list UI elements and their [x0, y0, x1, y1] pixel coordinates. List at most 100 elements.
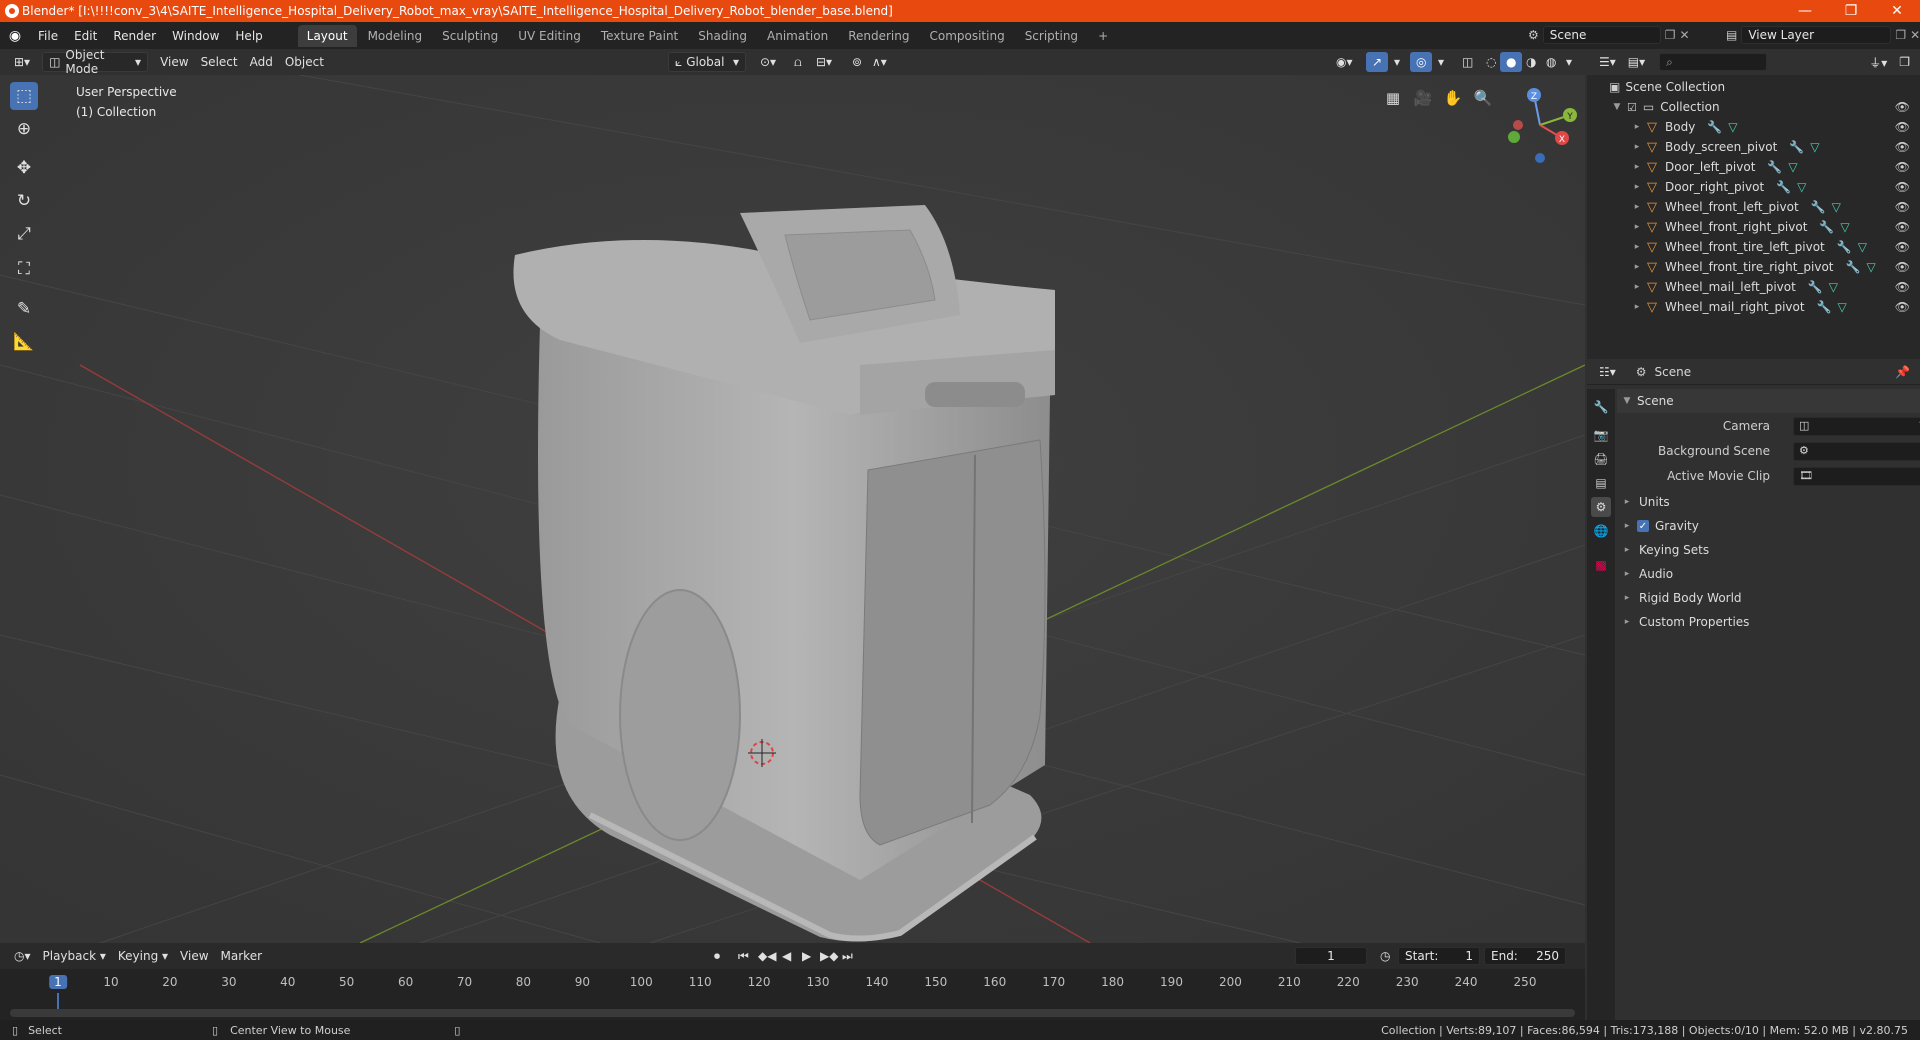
expand-object-icon[interactable]: ▸ — [1631, 262, 1643, 272]
tab-sculpting[interactable]: Sculpting — [433, 25, 507, 47]
3d-viewport[interactable]: User Perspective (1) Collection ⬚ ⊕ ✥ ↻ … — [0, 75, 1585, 943]
new-scene-icon[interactable]: ❐ — [1665, 28, 1676, 42]
modifier-wrench-icon[interactable]: 🔧 — [1811, 200, 1826, 214]
outliner-scene-collection[interactable]: ▣ Scene Collection — [1587, 77, 1920, 97]
panel-expand-icon[interactable]: ▸ — [1621, 497, 1633, 507]
object-visibility-icon[interactable]: 👁 — [1895, 280, 1910, 294]
camera-field[interactable]: ◫✎ — [1793, 416, 1920, 436]
maximize-button[interactable]: ❐ — [1828, 0, 1874, 22]
expand-object-icon[interactable]: ▸ — [1631, 142, 1643, 152]
pin-icon[interactable]: 📌 — [1895, 365, 1910, 379]
modifier-wrench-icon[interactable]: 🔧 — [1819, 220, 1834, 234]
expand-object-icon[interactable]: ▸ — [1631, 282, 1643, 292]
overlay-toggle-icon[interactable]: ◎ — [1410, 52, 1433, 72]
cursor-tool-icon[interactable]: ⊕ — [10, 115, 38, 143]
object-visibility-icon[interactable]: 👁 — [1895, 160, 1910, 174]
toggle-grid-view-icon[interactable]: ▦ — [1380, 85, 1406, 111]
outliner-object-row[interactable]: ▸ ▽ Wheel_front_tire_left_pivot 🔧 ▽ 👁 — [1587, 237, 1920, 257]
panel-expand-icon[interactable]: ▸ — [1621, 617, 1633, 627]
output-tab-icon[interactable]: 🖨 — [1591, 449, 1611, 469]
tab-scripting[interactable]: Scripting — [1016, 25, 1087, 47]
visibility-icon[interactable]: ◉▾ — [1330, 52, 1359, 72]
mesh-data-icon[interactable]: ▽ — [1866, 260, 1875, 274]
remove-view-layer-icon[interactable]: ✕ — [1910, 28, 1920, 42]
menu-marker[interactable]: Marker — [215, 946, 268, 966]
display-mode-icon[interactable]: ▤▾ — [1622, 52, 1651, 72]
tab-rendering[interactable]: Rendering — [839, 25, 918, 47]
object-visibility-icon[interactable]: 👁 — [1895, 240, 1910, 254]
orientation-selector[interactable]: ⟀ Global ▾ — [668, 52, 746, 72]
menu-view[interactable]: View — [154, 52, 194, 72]
record-button-icon[interactable]: ⏺ — [708, 946, 726, 966]
scene-tab-icon[interactable]: ⚙ — [1591, 497, 1611, 517]
blender-menu-icon[interactable]: ◉ — [0, 28, 30, 44]
shading-menu-icon[interactable]: ▾ — [1560, 52, 1578, 72]
new-view-layer-icon[interactable]: ❐ — [1895, 28, 1906, 42]
view-layer-icon[interactable]: ▤ — [1726, 28, 1737, 42]
gravity-checkbox[interactable]: ✓ — [1637, 520, 1649, 532]
select-box-tool-icon[interactable]: ⬚ — [10, 82, 38, 110]
overlay-menu-icon[interactable]: ▾ — [1432, 52, 1450, 72]
object-visibility-icon[interactable]: 👁 — [1895, 180, 1910, 194]
texture-tab-icon[interactable]: ▩ — [1591, 555, 1611, 575]
modifier-wrench-icon[interactable]: 🔧 — [1837, 240, 1852, 254]
remove-scene-icon[interactable]: ✕ — [1680, 28, 1690, 42]
menu-window[interactable]: Window — [164, 29, 227, 43]
snap-icon[interactable]: ⩍ — [788, 52, 808, 72]
mesh-data-icon[interactable]: ▽ — [1810, 140, 1819, 154]
new-collection-icon[interactable]: ❐ — [1893, 52, 1916, 72]
outliner-object-row[interactable]: ▸ ▽ Body_screen_pivot 🔧 ▽ 👁 — [1587, 137, 1920, 157]
menu-file[interactable]: File — [30, 29, 66, 43]
filter-icon[interactable]: ⏚▾ — [1863, 52, 1893, 72]
property-panel-header[interactable]: ▸ Units — [1617, 490, 1920, 514]
scene-icon[interactable]: ⚙ — [1528, 28, 1539, 42]
modifier-wrench-icon[interactable]: 🔧 — [1846, 260, 1861, 274]
panel-expand-icon[interactable]: ▸ — [1621, 545, 1633, 555]
modifier-wrench-icon[interactable]: 🔧 — [1707, 120, 1722, 134]
property-panel-header[interactable]: ▸ Keying Sets — [1617, 538, 1920, 562]
property-panel-header[interactable]: ▸ Rigid Body World — [1617, 586, 1920, 610]
mode-selector[interactable]: ◫ Object Mode ▾ — [42, 48, 149, 76]
menu-timeline-view[interactable]: View — [174, 946, 214, 966]
mesh-data-icon[interactable]: ▽ — [1840, 220, 1849, 234]
modifier-wrench-icon[interactable]: 🔧 — [1776, 180, 1791, 194]
preview-range-icon[interactable]: ◷ — [1374, 946, 1396, 966]
start-frame-field[interactable]: Start: 1 — [1398, 947, 1480, 965]
outliner-object-row[interactable]: ▸ ▽ Body 🔧 ▽ 👁 — [1587, 117, 1920, 137]
mesh-data-icon[interactable]: ▽ — [1858, 240, 1867, 254]
menu-playback[interactable]: Playback ▾ — [37, 946, 112, 966]
rotate-tool-icon[interactable]: ↻ — [10, 187, 38, 215]
falloff-icon[interactable]: ∧▾ — [866, 52, 893, 72]
tool-tab-icon[interactable]: 🔧 — [1591, 397, 1611, 417]
minimize-button[interactable]: — — [1782, 0, 1828, 22]
collection-checkbox[interactable]: ☑ — [1627, 101, 1637, 114]
mesh-data-icon[interactable]: ▽ — [1838, 300, 1847, 314]
tab-shading[interactable]: Shading — [689, 25, 756, 47]
tab-modeling[interactable]: Modeling — [359, 25, 432, 47]
world-tab-icon[interactable]: 🌐 — [1591, 521, 1611, 541]
outliner-object-row[interactable]: ▸ ▽ Wheel_front_right_pivot 🔧 ▽ 👁 — [1587, 217, 1920, 237]
outliner-object-row[interactable]: ▸ ▽ Door_right_pivot 🔧 ▽ 👁 — [1587, 177, 1920, 197]
tab-uv-editing[interactable]: UV Editing — [509, 25, 590, 47]
properties-editor-type-icon[interactable]: ☷▾ — [1593, 362, 1622, 382]
expand-object-icon[interactable]: ▸ — [1631, 242, 1643, 252]
expand-object-icon[interactable]: ▸ — [1631, 202, 1643, 212]
pivot-point-icon[interactable]: ⊙▾ — [754, 52, 782, 72]
mesh-data-icon[interactable]: ▽ — [1829, 280, 1838, 294]
menu-edit[interactable]: Edit — [66, 29, 105, 43]
add-workspace-button[interactable]: + — [1089, 25, 1117, 47]
timeline-scrollbar[interactable] — [10, 1009, 1575, 1017]
object-visibility-icon[interactable]: 👁 — [1895, 260, 1910, 274]
tab-compositing[interactable]: Compositing — [920, 25, 1013, 47]
mesh-data-icon[interactable]: ▽ — [1832, 200, 1841, 214]
camera-view-icon[interactable]: 🎥 — [1410, 85, 1436, 111]
current-frame-field[interactable]: 1 — [1295, 947, 1367, 965]
transform-tool-icon[interactable]: ⛶ — [10, 255, 38, 283]
tab-animation[interactable]: Animation — [758, 25, 837, 47]
object-visibility-icon[interactable]: 👁 — [1895, 120, 1910, 134]
scene-selector[interactable]: Scene — [1542, 26, 1661, 44]
scene-section-expand-icon[interactable]: ▼ — [1621, 396, 1633, 406]
expand-object-icon[interactable]: ▸ — [1631, 122, 1643, 132]
modifier-wrench-icon[interactable]: 🔧 — [1808, 280, 1823, 294]
outliner-object-row[interactable]: ▸ ▽ Wheel_mail_left_pivot 🔧 ▽ 👁 — [1587, 277, 1920, 297]
